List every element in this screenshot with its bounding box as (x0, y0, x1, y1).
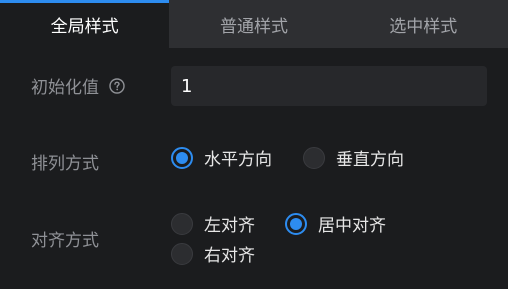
radio-align-center-circle[interactable] (285, 212, 307, 235)
init-value-label: 初始化值 (31, 78, 99, 98)
style-settings-panel: 全局样式 普通样式 选中样式 初始化值 1 排列方式 水平方向 垂直方向 对齐方… (0, 0, 508, 289)
radio-align-right-label: 右对齐 (204, 246, 255, 266)
style-tabs: 全局样式 普通样式 选中样式 (0, 0, 508, 48)
question-circle-icon[interactable] (109, 77, 125, 94)
radio-align-right-circle[interactable] (171, 242, 193, 265)
init-value-text: 1 (181, 75, 193, 97)
radio-align-right[interactable]: 右对齐 (171, 241, 255, 266)
init-value-label-group: 初始化值 (31, 73, 125, 98)
radio-align-center-label: 居中对齐 (318, 216, 386, 236)
radio-align-left[interactable]: 左对齐 (171, 211, 255, 236)
radio-horizontal-circle[interactable] (171, 146, 193, 169)
tab-normal-style[interactable]: 普通样式 (169, 0, 339, 48)
tab-selected-style[interactable]: 选中样式 (338, 0, 508, 48)
init-value-input[interactable]: 1 (171, 66, 487, 106)
radio-align-left-circle[interactable] (171, 212, 193, 235)
radio-vertical-circle[interactable] (303, 146, 325, 169)
layout-label: 排列方式 (31, 154, 99, 174)
radio-horizontal[interactable]: 水平方向 (171, 145, 272, 170)
radio-vertical[interactable]: 垂直方向 (303, 145, 404, 170)
radio-align-left-label: 左对齐 (204, 216, 255, 236)
align-label: 对齐方式 (31, 231, 99, 251)
radio-vertical-label: 垂直方向 (336, 150, 404, 170)
radio-horizontal-label: 水平方向 (204, 150, 272, 170)
tab-global-style[interactable]: 全局样式 (0, 0, 170, 48)
radio-align-center[interactable]: 居中对齐 (285, 211, 386, 236)
